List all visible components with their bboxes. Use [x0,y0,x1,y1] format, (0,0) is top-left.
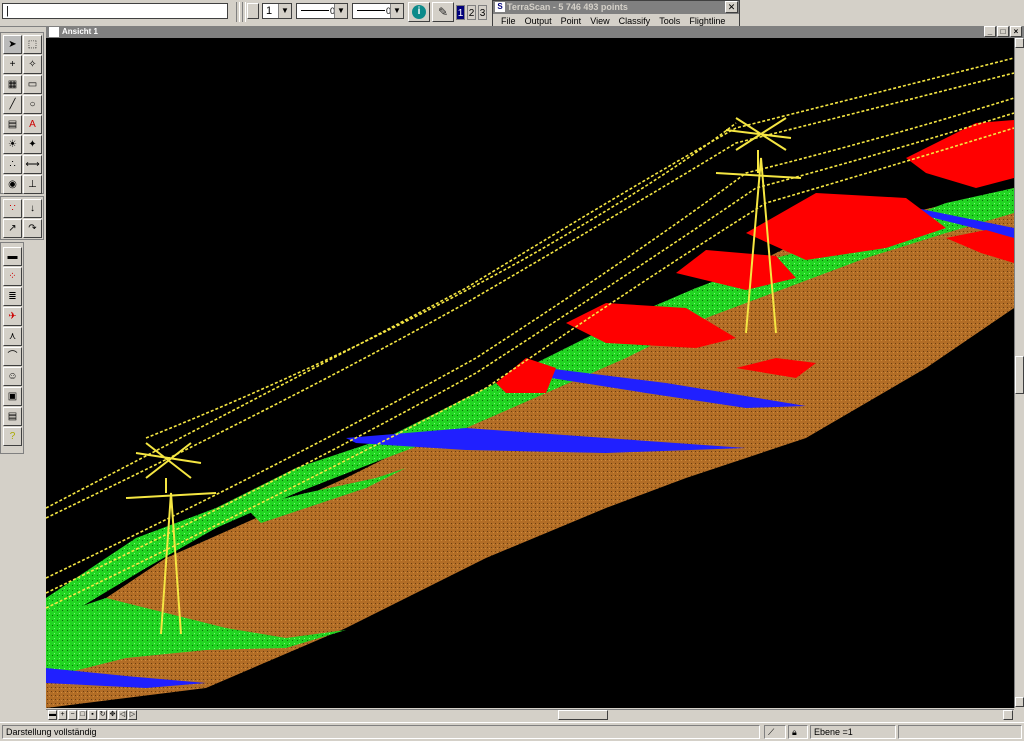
point-tool-palette: ∵ ↓ ↗ ↷ [0,196,44,240]
train-icon[interactable]: ▬ [3,247,22,266]
style-combo[interactable]: 0 ▼ [296,3,348,19]
grid-icon[interactable]: ▦ [3,75,22,94]
weight-value: 1 [266,5,273,17]
terrascan-app-icon: S [495,2,505,12]
toolbar-separator [242,2,246,22]
dropdown-arrow-icon[interactable]: ▼ [390,4,403,18]
point-cloud-view[interactable] [46,38,1014,708]
snap-icon[interactable]: ✦ [23,135,42,154]
down-arrow-icon[interactable]: ↓ [23,199,42,218]
wire-icon[interactable]: ⌒ [3,347,22,366]
dimension-icon[interactable]: ⟷ [23,155,42,174]
level-button[interactable]: ✎ [432,2,454,22]
menu-classify[interactable]: Classify [619,16,651,26]
fence-icon[interactable]: ⬚ [23,35,42,54]
weight-combo[interactable]: 1 ▼ [262,3,292,19]
person-icon[interactable]: ☺ [3,367,22,386]
snap-icon: ⟋ [768,727,775,737]
select-arrow-icon[interactable]: ➤ [3,35,22,54]
curve-icon[interactable]: ↷ [23,219,42,238]
menu-point[interactable]: Point [561,16,582,26]
menu-file[interactable]: File [501,16,516,26]
view-titlebar[interactable]: Ansicht 1 _ □ × [46,26,1024,38]
status-message: Darstellung vollständig [2,725,760,739]
line-weight-combo[interactable]: 0 ▼ [352,3,404,19]
view-2-button[interactable]: 2 [467,5,476,20]
measure-icon[interactable]: ⊥ [23,175,42,194]
pan-icon[interactable]: ✥ [108,710,117,720]
command-input[interactable]: | [2,3,228,19]
view-controls: ▬ + − □ ▪ ↻ ✥ ◁ ▷ [48,710,137,720]
lock-indicator[interactable]: 🔒︎ [788,725,808,739]
tape-icon[interactable]: ▣ [3,387,22,406]
snap-indicator[interactable]: ⟋ [764,725,786,739]
zoom-in-icon[interactable]: + [58,710,67,720]
horizontal-scrollbar[interactable]: ▬ + − □ ▪ ↻ ✥ ◁ ▷ [46,709,1014,721]
info-icon: i [412,5,426,19]
palette-icon[interactable]: ◉ [3,175,22,194]
info-button[interactable]: i [408,2,430,22]
fit-view-icon[interactable]: ▪ [88,710,97,720]
line-icon[interactable]: ╱ [3,95,22,114]
tower-icon[interactable]: ⋏ [3,327,22,346]
zoom-out-icon[interactable]: − [68,710,77,720]
stack-icon[interactable]: ≣ [3,287,22,306]
close-button[interactable]: ✕ [725,1,738,13]
menu-flightline[interactable]: Flightline [689,16,725,26]
scroll-thumb[interactable] [558,710,608,720]
point-icon[interactable]: ∵ [3,199,22,218]
view-next-icon[interactable]: ▷ [128,710,137,720]
cell-icon[interactable]: ▤ [3,115,22,134]
pencil-icon: ✎ [437,5,449,19]
wand-icon[interactable]: ✧ [23,55,42,74]
document-icon[interactable]: ▤ [3,407,22,426]
window-area-icon[interactable]: □ [78,710,87,720]
view-3-button[interactable]: 3 [478,5,487,20]
view-1-button[interactable]: 1 [456,5,465,20]
helicopter-icon[interactable]: ✈ [3,307,22,326]
rotate-icon[interactable]: ↻ [98,710,107,720]
scroll-down-icon[interactable] [1015,697,1024,707]
circle-icon[interactable]: ○ [23,95,42,114]
view-control-icon[interactable]: ▬ [48,710,57,720]
point-cloud-render [46,57,1014,708]
status-bar: Darstellung vollständig ⟋ 🔒︎ Ebene =1 [0,722,1024,741]
dots-icon[interactable]: ∴ [3,155,22,174]
rectangle-icon[interactable]: ▭ [23,75,42,94]
terrascan-titlebar[interactable]: S TerraScan - 5 746 493 points [493,1,739,14]
main-tool-palette: ➤ ⬚ + ✧ ▦ ▭ ╱ ○ ▤ A ☀ ✦ ∴ ⟷ ◉ ⊥ [0,32,44,194]
close-icon: ✕ [727,2,736,12]
help-icon[interactable]: ? [3,427,22,446]
color-button[interactable] [247,3,259,19]
toolbar-separator [236,2,240,22]
view-title: Ansicht 1 [62,27,99,36]
status-empty-panel [898,725,1022,739]
dropdown-arrow-icon[interactable]: ▼ [334,4,347,18]
menu-tools[interactable]: Tools [659,16,680,26]
close-icon[interactable]: × [1010,26,1022,37]
scroll-up-icon[interactable] [1015,38,1024,48]
terrascan-title: TerraScan - 5 746 493 points [507,2,628,12]
level-indicator: Ebene =1 [810,725,896,739]
bulb-icon[interactable]: ☀ [3,135,22,154]
line-weight-preview [357,10,385,11]
view-icon [49,27,59,37]
menu-view[interactable]: View [590,16,609,26]
scroll-thumb[interactable] [1015,356,1024,394]
maximize-icon[interactable]: □ [997,26,1009,37]
minimize-icon[interactable]: _ [984,26,996,37]
line-style-preview [301,10,329,11]
dropdown-arrow-icon[interactable]: ▼ [278,4,291,18]
path-icon[interactable]: ↗ [3,219,22,238]
menu-output[interactable]: Output [525,16,552,26]
window-controls: _ □ × [984,26,1022,37]
lock-icon: 🔒︎ [792,727,797,737]
terrascan-tool-palette: ▬ ⁘ ≣ ✈ ⋏ ⌒ ☺ ▣ ▤ ? [0,242,24,454]
scroll-right-icon[interactable] [1003,710,1013,720]
crosshair-icon[interactable]: + [3,55,22,74]
scatter-icon[interactable]: ⁘ [3,267,22,286]
view-previous-icon[interactable]: ◁ [118,710,127,720]
text-icon[interactable]: A [23,115,42,134]
vertical-scrollbar[interactable] [1014,38,1024,708]
